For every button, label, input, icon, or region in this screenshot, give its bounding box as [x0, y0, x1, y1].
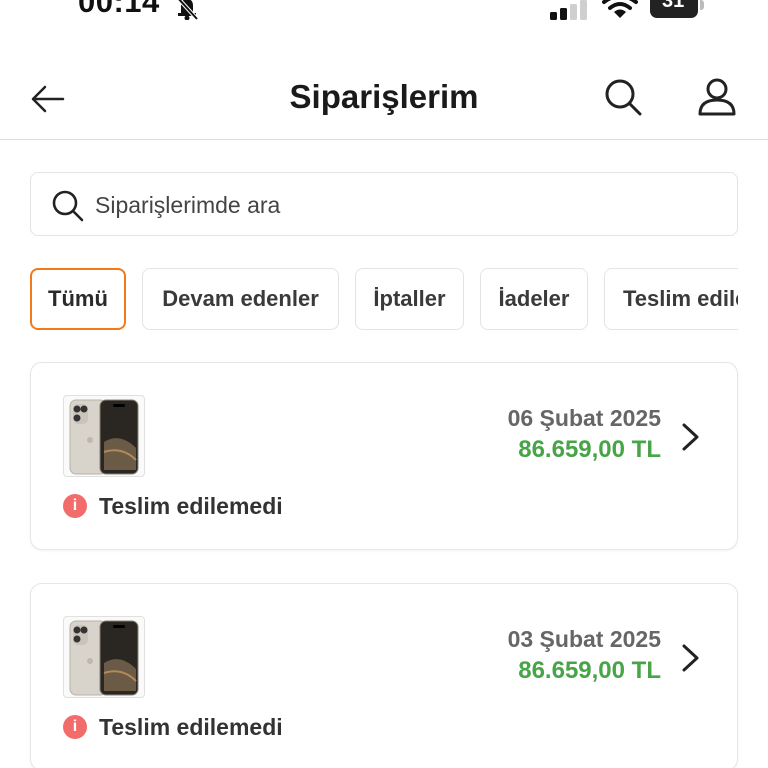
order-price: 86.659,00 TL [518, 436, 661, 463]
search-input[interactable] [95, 183, 715, 227]
order-date: 06 Şubat 2025 [507, 405, 661, 431]
order-card[interactable]: 03 Şubat 2025 86.659,00 TL i Teslim edil… [30, 583, 738, 768]
filter-tab-cancellations[interactable]: İptaller [355, 268, 464, 330]
order-date: 03 Şubat 2025 [507, 626, 661, 652]
user-icon [698, 78, 736, 116]
filter-tab-delivered[interactable]: Teslim edilenler [604, 268, 738, 330]
filter-tab-returns[interactable]: İadeler [480, 268, 588, 330]
filter-tabs: Tümü Devam edenler İptaller İadeler Tesl… [30, 268, 738, 330]
alert-icon: i [63, 715, 87, 739]
order-search-field[interactable] [30, 172, 738, 236]
order-status: i Teslim edilemedi [63, 491, 283, 521]
status-time: 00:14 [78, 0, 160, 19]
wifi-icon [602, 0, 638, 18]
search-button[interactable] [600, 74, 646, 120]
signal-icon [550, 0, 587, 20]
account-button[interactable] [694, 74, 740, 120]
alert-icon: i [63, 494, 87, 518]
battery-indicator: 31 [650, 0, 706, 20]
header: Siparişlerim [0, 56, 768, 140]
search-icon [52, 190, 84, 222]
search-icon [605, 79, 642, 116]
order-card[interactable]: 06 Şubat 2025 86.659,00 TL i Teslim edil… [30, 362, 738, 550]
battery-level: 31 [662, 0, 685, 12]
order-status: i Teslim edilemedi [63, 712, 283, 742]
filter-tab-all[interactable]: Tümü [30, 268, 126, 330]
chevron-right-icon [682, 644, 699, 672]
page-title: Siparişlerim [289, 78, 479, 115]
status-bar: 00:14 31 [0, 0, 768, 30]
order-status-text: Teslim edilemedi [99, 492, 283, 519]
chevron-right-icon [682, 423, 699, 451]
order-price: 86.659,00 TL [518, 657, 661, 684]
order-status-text: Teslim edilemedi [99, 713, 283, 740]
bell-muted-icon [177, 0, 199, 20]
filter-tab-in-progress[interactable]: Devam edenler [142, 268, 339, 330]
product-thumbnail [63, 395, 145, 477]
product-thumbnail [63, 616, 145, 698]
